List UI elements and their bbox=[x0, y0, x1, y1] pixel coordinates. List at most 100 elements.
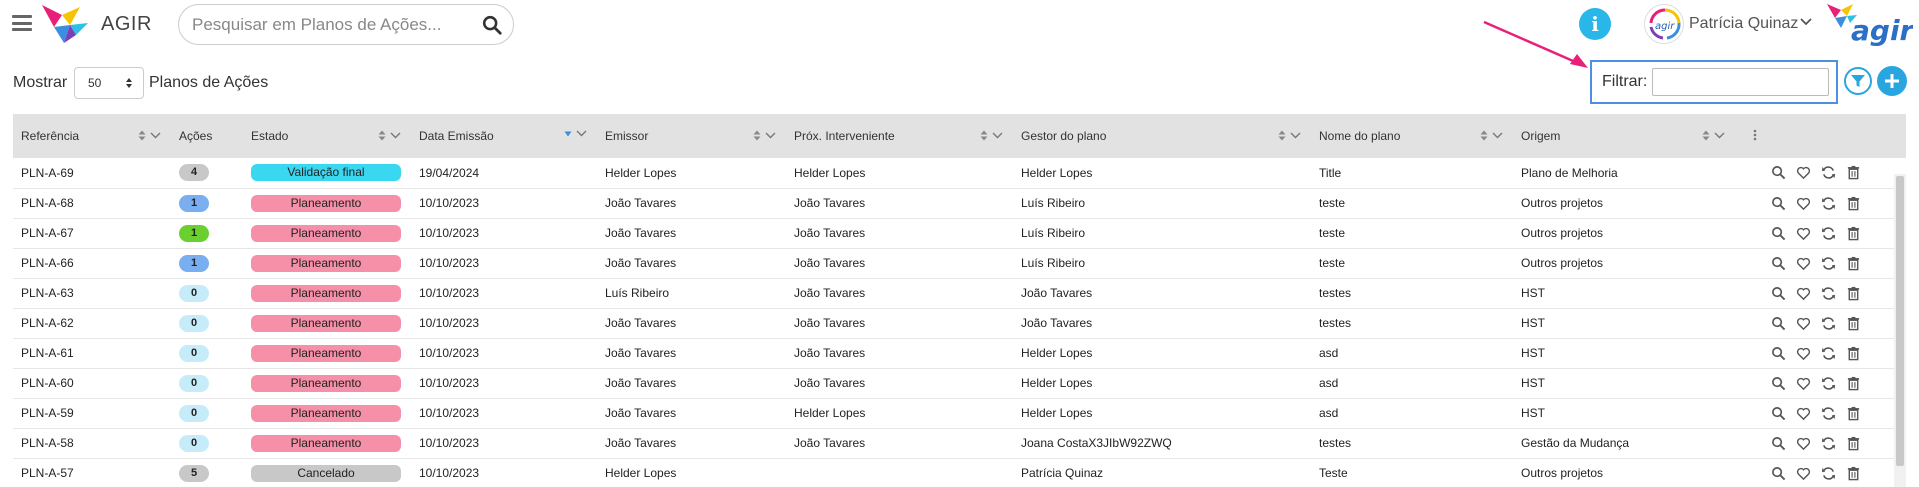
trash-icon[interactable] bbox=[1846, 256, 1861, 271]
sort-icon[interactable] bbox=[980, 130, 988, 141]
refresh-icon[interactable] bbox=[1821, 466, 1836, 481]
heart-icon[interactable] bbox=[1796, 286, 1811, 301]
table-row[interactable]: PLN-A-69 4 Validação final 19/04/2024 Helder… bbox=[13, 158, 1906, 188]
column-header[interactable]: Gestor do plano bbox=[1013, 114, 1311, 158]
info-icon[interactable]: i bbox=[1579, 8, 1611, 40]
table-row[interactable]: PLN-A-57 5 Cancelado 10/10/2023 Helder Lopes… bbox=[13, 458, 1906, 487]
view-icon[interactable] bbox=[1771, 196, 1786, 211]
table-row[interactable]: PLN-A-59 0 Planeamento 10/10/2023 João Tavar… bbox=[13, 398, 1906, 428]
sort-icon[interactable] bbox=[1702, 130, 1710, 141]
view-icon[interactable] bbox=[1771, 286, 1786, 301]
table-row[interactable]: PLN-A-62 0 Planeamento 10/10/2023 João Tavar… bbox=[13, 308, 1906, 338]
avatar[interactable]: agir bbox=[1644, 4, 1684, 44]
filter-input[interactable] bbox=[1652, 68, 1829, 96]
funnel-icon bbox=[1851, 75, 1865, 87]
trash-icon[interactable] bbox=[1846, 406, 1861, 421]
column-menu-chevron-icon[interactable] bbox=[1714, 132, 1725, 139]
table-row[interactable]: PLN-A-67 1 Planeamento 10/10/2023 João Tavar… bbox=[13, 218, 1906, 248]
view-icon[interactable] bbox=[1771, 316, 1786, 331]
trash-icon[interactable] bbox=[1846, 436, 1861, 451]
scrollbar-thumb[interactable] bbox=[1896, 176, 1904, 466]
column-menu-chevron-icon[interactable] bbox=[150, 132, 161, 139]
heart-icon[interactable] bbox=[1796, 436, 1811, 451]
heart-icon[interactable] bbox=[1796, 226, 1811, 241]
trash-icon[interactable] bbox=[1846, 165, 1861, 180]
view-icon[interactable] bbox=[1771, 466, 1786, 481]
refresh-icon[interactable] bbox=[1821, 196, 1836, 211]
column-header[interactable]: Nome do plano bbox=[1311, 114, 1513, 158]
table-row[interactable]: PLN-A-66 1 Planeamento 10/10/2023 João Tavar… bbox=[13, 248, 1906, 278]
column-menu-chevron-icon[interactable] bbox=[992, 132, 1003, 139]
table-row[interactable]: PLN-A-61 0 Planeamento 10/10/2023 João Tavar… bbox=[13, 338, 1906, 368]
heart-icon[interactable] bbox=[1796, 406, 1811, 421]
more-vertical-icon[interactable] bbox=[1753, 129, 1757, 141]
refresh-icon[interactable] bbox=[1821, 165, 1836, 180]
add-plan-button[interactable] bbox=[1877, 66, 1907, 96]
trash-icon[interactable] bbox=[1846, 346, 1861, 361]
refresh-icon[interactable] bbox=[1821, 316, 1836, 331]
sort-desc-icon[interactable] bbox=[564, 131, 572, 137]
cell-ref: PLN-A-60 bbox=[21, 376, 74, 390]
heart-icon[interactable] bbox=[1796, 466, 1811, 481]
view-icon[interactable] bbox=[1771, 165, 1786, 180]
column-header[interactable]: Ações bbox=[171, 114, 243, 158]
trash-icon[interactable] bbox=[1846, 226, 1861, 241]
table-row[interactable]: PLN-A-63 0 Planeamento 10/10/2023 Luís Ribei… bbox=[13, 278, 1906, 308]
sort-icon[interactable] bbox=[1480, 130, 1488, 141]
cell-nome: Teste bbox=[1319, 466, 1348, 480]
refresh-icon[interactable] bbox=[1821, 376, 1836, 391]
view-icon[interactable] bbox=[1771, 376, 1786, 391]
table-row[interactable]: PLN-A-58 0 Planeamento 10/10/2023 João Tavar… bbox=[13, 428, 1906, 458]
view-icon[interactable] bbox=[1771, 406, 1786, 421]
heart-icon[interactable] bbox=[1796, 165, 1811, 180]
table-scrollbar[interactable] bbox=[1894, 174, 1906, 487]
column-menu-chevron-icon[interactable] bbox=[1492, 132, 1503, 139]
heart-icon[interactable] bbox=[1796, 316, 1811, 331]
search-input[interactable] bbox=[192, 14, 481, 35]
table-row[interactable]: PLN-A-60 0 Planeamento 10/10/2023 João Tavar… bbox=[13, 368, 1906, 398]
refresh-icon[interactable] bbox=[1821, 226, 1836, 241]
view-icon[interactable] bbox=[1771, 226, 1786, 241]
menu-icon[interactable] bbox=[12, 15, 32, 31]
column-header[interactable]: Estado bbox=[243, 114, 411, 158]
column-header[interactable]: Origem bbox=[1513, 114, 1735, 158]
search-icon[interactable] bbox=[481, 14, 503, 36]
refresh-icon[interactable] bbox=[1821, 256, 1836, 271]
sort-icon[interactable] bbox=[753, 130, 761, 141]
chevron-down-icon[interactable] bbox=[1800, 18, 1812, 26]
column-menu-chevron-icon[interactable] bbox=[765, 132, 776, 139]
page-size-select[interactable]: 50 bbox=[74, 67, 144, 99]
sort-icon[interactable] bbox=[138, 130, 146, 141]
refresh-icon[interactable] bbox=[1821, 286, 1836, 301]
column-header[interactable]: Emissor bbox=[597, 114, 786, 158]
column-menu-chevron-icon[interactable] bbox=[1290, 132, 1301, 139]
refresh-icon[interactable] bbox=[1821, 406, 1836, 421]
heart-icon[interactable] bbox=[1796, 256, 1811, 271]
row-actions bbox=[1735, 218, 1906, 248]
user-name[interactable]: Patrícia Quinaz bbox=[1689, 15, 1798, 33]
column-menu-chevron-icon[interactable] bbox=[576, 130, 587, 137]
view-icon[interactable] bbox=[1771, 346, 1786, 361]
trash-icon[interactable] bbox=[1846, 376, 1861, 391]
column-menu-chevron-icon[interactable] bbox=[390, 132, 401, 139]
heart-icon[interactable] bbox=[1796, 376, 1811, 391]
sort-icon[interactable] bbox=[378, 130, 386, 141]
heart-icon[interactable] bbox=[1796, 196, 1811, 211]
trash-icon[interactable] bbox=[1846, 466, 1861, 481]
view-icon[interactable] bbox=[1771, 436, 1786, 451]
refresh-icon[interactable] bbox=[1821, 346, 1836, 361]
trash-icon[interactable] bbox=[1846, 286, 1861, 301]
table-row[interactable]: PLN-A-68 1 Planeamento 10/10/2023 João Tavar… bbox=[13, 188, 1906, 218]
trash-icon[interactable] bbox=[1846, 316, 1861, 331]
column-header[interactable]: Referência bbox=[13, 114, 171, 158]
column-options[interactable] bbox=[1735, 114, 1906, 158]
column-header[interactable]: Próx. Interveniente bbox=[786, 114, 1013, 158]
filter-button[interactable] bbox=[1844, 67, 1872, 95]
column-header[interactable]: Data Emissão bbox=[411, 114, 597, 158]
trash-icon[interactable] bbox=[1846, 196, 1861, 211]
sort-icon[interactable] bbox=[1278, 130, 1286, 141]
refresh-icon[interactable] bbox=[1821, 436, 1836, 451]
view-icon[interactable] bbox=[1771, 256, 1786, 271]
search-bar[interactable] bbox=[178, 4, 514, 45]
heart-icon[interactable] bbox=[1796, 346, 1811, 361]
